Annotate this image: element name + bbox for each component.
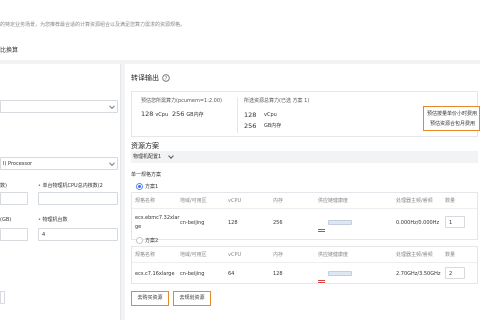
- flag-icon: [318, 279, 325, 284]
- field-c-input[interactable]: [0, 228, 28, 241]
- required-asterisk: •: [38, 183, 41, 189]
- col-header-vcpu: vCPU: [228, 198, 242, 204]
- col-header-health: 供应链健康度: [318, 198, 349, 204]
- required-asterisk: •: [38, 217, 41, 223]
- selected-vcpu-unit: vCpu: [264, 112, 277, 118]
- field-label-d: • 物理机台数: [38, 217, 68, 223]
- row2-vcpu: 64: [228, 271, 235, 277]
- field-label-b: • 单台物理机CPU总内核数(2: [38, 183, 103, 189]
- plan2-radio[interactable]: [136, 237, 143, 244]
- col-header-region: 地域/可用区: [180, 252, 207, 258]
- machine-count-input[interactable]: 4: [38, 228, 118, 241]
- required-vcpu: 128: [141, 110, 154, 118]
- field-label-a: 数): [0, 183, 7, 189]
- health-bar: [328, 271, 352, 276]
- required-mem: 256: [171, 110, 185, 118]
- cpu-model-value: I) Processor: [3, 161, 33, 167]
- hourly-cost-label: 预估按量单价小时费用: [427, 111, 478, 117]
- row1-qty-input[interactable]: 1: [445, 216, 465, 228]
- field-b-input[interactable]: [38, 192, 118, 205]
- row2-region: cn-beijing: [180, 271, 205, 277]
- svg-text:?: ?: [165, 76, 168, 82]
- required-vcpu-unit: vCpu: [155, 112, 169, 118]
- single-spec-label: 单一规格方案: [131, 172, 162, 178]
- row1-freq: 0.000Hz/0.000Hz: [396, 220, 440, 226]
- monthly-cost-label: 预估资源合包月费用: [430, 121, 476, 127]
- row2-mem: 128: [273, 271, 283, 277]
- plan1-label[interactable]: 方案1: [145, 184, 158, 190]
- col-header-vcpu: vCPU: [228, 252, 242, 258]
- plan2-label[interactable]: 方案2: [145, 238, 158, 244]
- row1-mem: 256: [273, 220, 283, 226]
- selected-vcpu: 128: [244, 111, 257, 119]
- flag-icon: [318, 228, 325, 233]
- col-header-freq: 处理器主频/睿频: [396, 252, 433, 258]
- left-bottom-button[interactable]: [0, 291, 5, 304]
- col-header-spec: 规格名称: [135, 252, 156, 258]
- intro-text: 的特定业务场景，为您推荐最合适的计算资源组合以及满足您算力需求的资源规格。: [0, 22, 186, 28]
- row2-qty-value: 2: [449, 271, 453, 277]
- row-divider: [132, 208, 477, 209]
- row2-health: [318, 271, 352, 290]
- col-header-health: 供应链健康度: [318, 252, 349, 258]
- row2-freq: 2.70GHz/3.50GHz: [396, 271, 441, 277]
- field-label-d-text: 物理机台数: [42, 217, 68, 223]
- row1-vcpu: 128: [228, 220, 238, 226]
- row1-health: [318, 220, 352, 239]
- config-select-1[interactable]: [0, 100, 118, 113]
- plan1-radio[interactable]: [136, 183, 143, 190]
- selected-capacity-label: 所选资源总算力(已选 方案 1): [244, 98, 310, 104]
- col-header-mem: 内存: [273, 198, 284, 204]
- selected-mem-unit: GB内存: [264, 123, 282, 129]
- row2-spec: ecs.c7.16xlarge: [135, 271, 175, 277]
- page-header: [0, 0, 480, 60]
- row1-spec-line1: ecs.ebmc7.32xlar: [135, 215, 180, 221]
- cost-estimate-box: [423, 106, 480, 131]
- selected-mem: 256: [244, 122, 257, 130]
- required-capacity-values: 128 vCpu 256 GB内存: [141, 110, 204, 119]
- col-header-spec: 规格名称: [135, 198, 156, 204]
- summary-divider: [237, 97, 238, 133]
- chevron-down-icon: [109, 159, 115, 166]
- col-header-qty: 数量: [445, 198, 456, 204]
- row1-region: cn-beijing: [180, 220, 205, 226]
- plan-dropdown-label[interactable]: 物理机配置1: [133, 154, 161, 160]
- machine-count-value: 4: [42, 232, 46, 238]
- tab-conversion[interactable]: 比换算: [0, 47, 18, 54]
- resource-plan-title: 资源方案: [131, 142, 159, 150]
- field-label-b-text: 单台物理机CPU总内核数(2: [42, 183, 103, 189]
- help-icon[interactable]: ?: [162, 74, 170, 82]
- row1-qty-value: 1: [449, 220, 453, 226]
- col-header-qty: 数量: [445, 252, 456, 258]
- plan-dropdown-bar[interactable]: [131, 151, 478, 163]
- output-title: 转译输出: [131, 74, 159, 82]
- col-header-freq: 处理器主频/睿频: [396, 198, 433, 204]
- col-header-region: 地域/可用区: [180, 198, 207, 204]
- plan-resources-button[interactable]: 去规划资源: [173, 291, 211, 306]
- row-divider: [132, 262, 477, 263]
- row2-qty-input[interactable]: 2: [445, 267, 465, 279]
- chevron-down-icon: [109, 102, 115, 109]
- field-label-c: (GB): [0, 217, 12, 223]
- cpu-model-select[interactable]: I) Processor: [0, 157, 118, 170]
- required-capacity-label: 预估您所需算力(pcumem=1:2.00): [141, 98, 222, 104]
- field-a-input[interactable]: [0, 192, 28, 205]
- col-header-mem: 内存: [273, 252, 284, 258]
- health-bar: [328, 220, 352, 225]
- row1-spec-line2: ge: [135, 224, 142, 230]
- required-mem-unit: GB内存: [186, 112, 204, 118]
- buy-resources-button[interactable]: 去购买资源: [131, 291, 169, 306]
